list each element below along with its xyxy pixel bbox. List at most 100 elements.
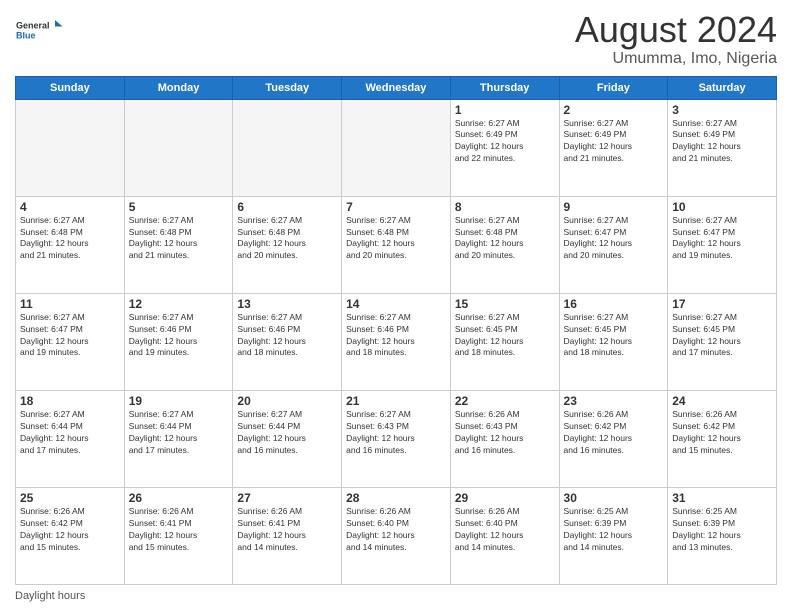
day-cell-0-4: 1Sunrise: 6:27 AM Sunset: 6:49 PM Daylig…: [450, 99, 559, 196]
day-info: Sunrise: 6:27 AM Sunset: 6:47 PM Dayligh…: [672, 215, 772, 263]
day-number: 2: [564, 103, 664, 117]
day-cell-0-3: [342, 99, 451, 196]
week-row-1: 1Sunrise: 6:27 AM Sunset: 6:49 PM Daylig…: [16, 99, 777, 196]
day-info: Sunrise: 6:27 AM Sunset: 6:47 PM Dayligh…: [20, 312, 120, 360]
day-cell-3-2: 20Sunrise: 6:27 AM Sunset: 6:44 PM Dayli…: [233, 390, 342, 487]
svg-text:General: General: [16, 21, 50, 31]
day-cell-0-5: 2Sunrise: 6:27 AM Sunset: 6:49 PM Daylig…: [559, 99, 668, 196]
day-number: 15: [455, 297, 555, 311]
day-number: 1: [455, 103, 555, 117]
day-cell-1-6: 10Sunrise: 6:27 AM Sunset: 6:47 PM Dayli…: [668, 196, 777, 293]
day-info: Sunrise: 6:26 AM Sunset: 6:42 PM Dayligh…: [564, 409, 664, 457]
header-saturday: Saturday: [668, 76, 777, 99]
day-number: 3: [672, 103, 772, 117]
day-info: Sunrise: 6:26 AM Sunset: 6:40 PM Dayligh…: [455, 506, 555, 554]
day-cell-4-5: 30Sunrise: 6:25 AM Sunset: 6:39 PM Dayli…: [559, 487, 668, 584]
day-cell-2-1: 12Sunrise: 6:27 AM Sunset: 6:46 PM Dayli…: [124, 293, 233, 390]
day-number: 24: [672, 394, 772, 408]
day-info: Sunrise: 6:27 AM Sunset: 6:44 PM Dayligh…: [237, 409, 337, 457]
header-thursday: Thursday: [450, 76, 559, 99]
day-info: Sunrise: 6:27 AM Sunset: 6:46 PM Dayligh…: [346, 312, 446, 360]
day-cell-1-2: 6Sunrise: 6:27 AM Sunset: 6:48 PM Daylig…: [233, 196, 342, 293]
footer: Daylight hours: [15, 590, 777, 602]
day-cell-1-5: 9Sunrise: 6:27 AM Sunset: 6:47 PM Daylig…: [559, 196, 668, 293]
day-cell-0-6: 3Sunrise: 6:27 AM Sunset: 6:49 PM Daylig…: [668, 99, 777, 196]
day-number: 23: [564, 394, 664, 408]
day-cell-4-0: 25Sunrise: 6:26 AM Sunset: 6:42 PM Dayli…: [16, 487, 125, 584]
day-number: 21: [346, 394, 446, 408]
week-row-2: 4Sunrise: 6:27 AM Sunset: 6:48 PM Daylig…: [16, 196, 777, 293]
day-info: Sunrise: 6:26 AM Sunset: 6:40 PM Dayligh…: [346, 506, 446, 554]
day-number: 20: [237, 394, 337, 408]
day-cell-3-0: 18Sunrise: 6:27 AM Sunset: 6:44 PM Dayli…: [16, 390, 125, 487]
day-number: 7: [346, 200, 446, 214]
day-cell-0-2: [233, 99, 342, 196]
day-info: Sunrise: 6:27 AM Sunset: 6:45 PM Dayligh…: [672, 312, 772, 360]
day-cell-2-0: 11Sunrise: 6:27 AM Sunset: 6:47 PM Dayli…: [16, 293, 125, 390]
day-number: 14: [346, 297, 446, 311]
day-info: Sunrise: 6:25 AM Sunset: 6:39 PM Dayligh…: [564, 506, 664, 554]
day-info: Sunrise: 6:27 AM Sunset: 6:46 PM Dayligh…: [129, 312, 229, 360]
day-cell-1-0: 4Sunrise: 6:27 AM Sunset: 6:48 PM Daylig…: [16, 196, 125, 293]
day-info: Sunrise: 6:26 AM Sunset: 6:41 PM Dayligh…: [129, 506, 229, 554]
day-cell-2-5: 16Sunrise: 6:27 AM Sunset: 6:45 PM Dayli…: [559, 293, 668, 390]
day-info: Sunrise: 6:27 AM Sunset: 6:46 PM Dayligh…: [237, 312, 337, 360]
day-number: 17: [672, 297, 772, 311]
header-friday: Friday: [559, 76, 668, 99]
day-number: 22: [455, 394, 555, 408]
week-row-3: 11Sunrise: 6:27 AM Sunset: 6:47 PM Dayli…: [16, 293, 777, 390]
day-info: Sunrise: 6:26 AM Sunset: 6:42 PM Dayligh…: [20, 506, 120, 554]
day-number: 8: [455, 200, 555, 214]
day-cell-3-4: 22Sunrise: 6:26 AM Sunset: 6:43 PM Dayli…: [450, 390, 559, 487]
day-cell-0-1: [124, 99, 233, 196]
day-number: 16: [564, 297, 664, 311]
day-cell-1-4: 8Sunrise: 6:27 AM Sunset: 6:48 PM Daylig…: [450, 196, 559, 293]
day-info: Sunrise: 6:27 AM Sunset: 6:49 PM Dayligh…: [564, 118, 664, 166]
day-number: 4: [20, 200, 120, 214]
day-info: Sunrise: 6:27 AM Sunset: 6:48 PM Dayligh…: [346, 215, 446, 263]
logo-svg: General Blue: [15, 10, 65, 50]
day-info: Sunrise: 6:27 AM Sunset: 6:48 PM Dayligh…: [20, 215, 120, 263]
day-number: 12: [129, 297, 229, 311]
day-info: Sunrise: 6:27 AM Sunset: 6:48 PM Dayligh…: [455, 215, 555, 263]
day-cell-4-1: 26Sunrise: 6:26 AM Sunset: 6:41 PM Dayli…: [124, 487, 233, 584]
day-info: Sunrise: 6:27 AM Sunset: 6:48 PM Dayligh…: [237, 215, 337, 263]
day-info: Sunrise: 6:26 AM Sunset: 6:41 PM Dayligh…: [237, 506, 337, 554]
week-row-5: 25Sunrise: 6:26 AM Sunset: 6:42 PM Dayli…: [16, 487, 777, 584]
header-tuesday: Tuesday: [233, 76, 342, 99]
calendar-table: SundayMondayTuesdayWednesdayThursdayFrid…: [15, 76, 777, 585]
day-number: 26: [129, 491, 229, 505]
day-info: Sunrise: 6:27 AM Sunset: 6:45 PM Dayligh…: [455, 312, 555, 360]
day-info: Sunrise: 6:27 AM Sunset: 6:49 PM Dayligh…: [455, 118, 555, 166]
day-cell-3-6: 24Sunrise: 6:26 AM Sunset: 6:42 PM Dayli…: [668, 390, 777, 487]
day-number: 19: [129, 394, 229, 408]
day-info: Sunrise: 6:27 AM Sunset: 6:44 PM Dayligh…: [20, 409, 120, 457]
header: General Blue August 2024 Umumma, Imo, Ni…: [15, 10, 777, 68]
day-info: Sunrise: 6:27 AM Sunset: 6:43 PM Dayligh…: [346, 409, 446, 457]
day-number: 25: [20, 491, 120, 505]
day-number: 18: [20, 394, 120, 408]
header-sunday: Sunday: [16, 76, 125, 99]
day-cell-1-3: 7Sunrise: 6:27 AM Sunset: 6:48 PM Daylig…: [342, 196, 451, 293]
day-cell-1-1: 5Sunrise: 6:27 AM Sunset: 6:48 PM Daylig…: [124, 196, 233, 293]
day-cell-2-3: 14Sunrise: 6:27 AM Sunset: 6:46 PM Dayli…: [342, 293, 451, 390]
day-number: 10: [672, 200, 772, 214]
day-info: Sunrise: 6:27 AM Sunset: 6:47 PM Dayligh…: [564, 215, 664, 263]
day-cell-2-2: 13Sunrise: 6:27 AM Sunset: 6:46 PM Dayli…: [233, 293, 342, 390]
day-info: Sunrise: 6:27 AM Sunset: 6:48 PM Dayligh…: [129, 215, 229, 263]
day-cell-3-1: 19Sunrise: 6:27 AM Sunset: 6:44 PM Dayli…: [124, 390, 233, 487]
day-cell-0-0: [16, 99, 125, 196]
week-row-4: 18Sunrise: 6:27 AM Sunset: 6:44 PM Dayli…: [16, 390, 777, 487]
day-cell-2-4: 15Sunrise: 6:27 AM Sunset: 6:45 PM Dayli…: [450, 293, 559, 390]
day-number: 11: [20, 297, 120, 311]
day-number: 29: [455, 491, 555, 505]
day-info: Sunrise: 6:27 AM Sunset: 6:44 PM Dayligh…: [129, 409, 229, 457]
header-monday: Monday: [124, 76, 233, 99]
day-number: 6: [237, 200, 337, 214]
day-cell-4-3: 28Sunrise: 6:26 AM Sunset: 6:40 PM Dayli…: [342, 487, 451, 584]
day-info: Sunrise: 6:27 AM Sunset: 6:49 PM Dayligh…: [672, 118, 772, 166]
day-cell-4-6: 31Sunrise: 6:25 AM Sunset: 6:39 PM Dayli…: [668, 487, 777, 584]
day-number: 28: [346, 491, 446, 505]
daylight-label: Daylight hours: [15, 590, 85, 602]
day-cell-4-2: 27Sunrise: 6:26 AM Sunset: 6:41 PM Dayli…: [233, 487, 342, 584]
